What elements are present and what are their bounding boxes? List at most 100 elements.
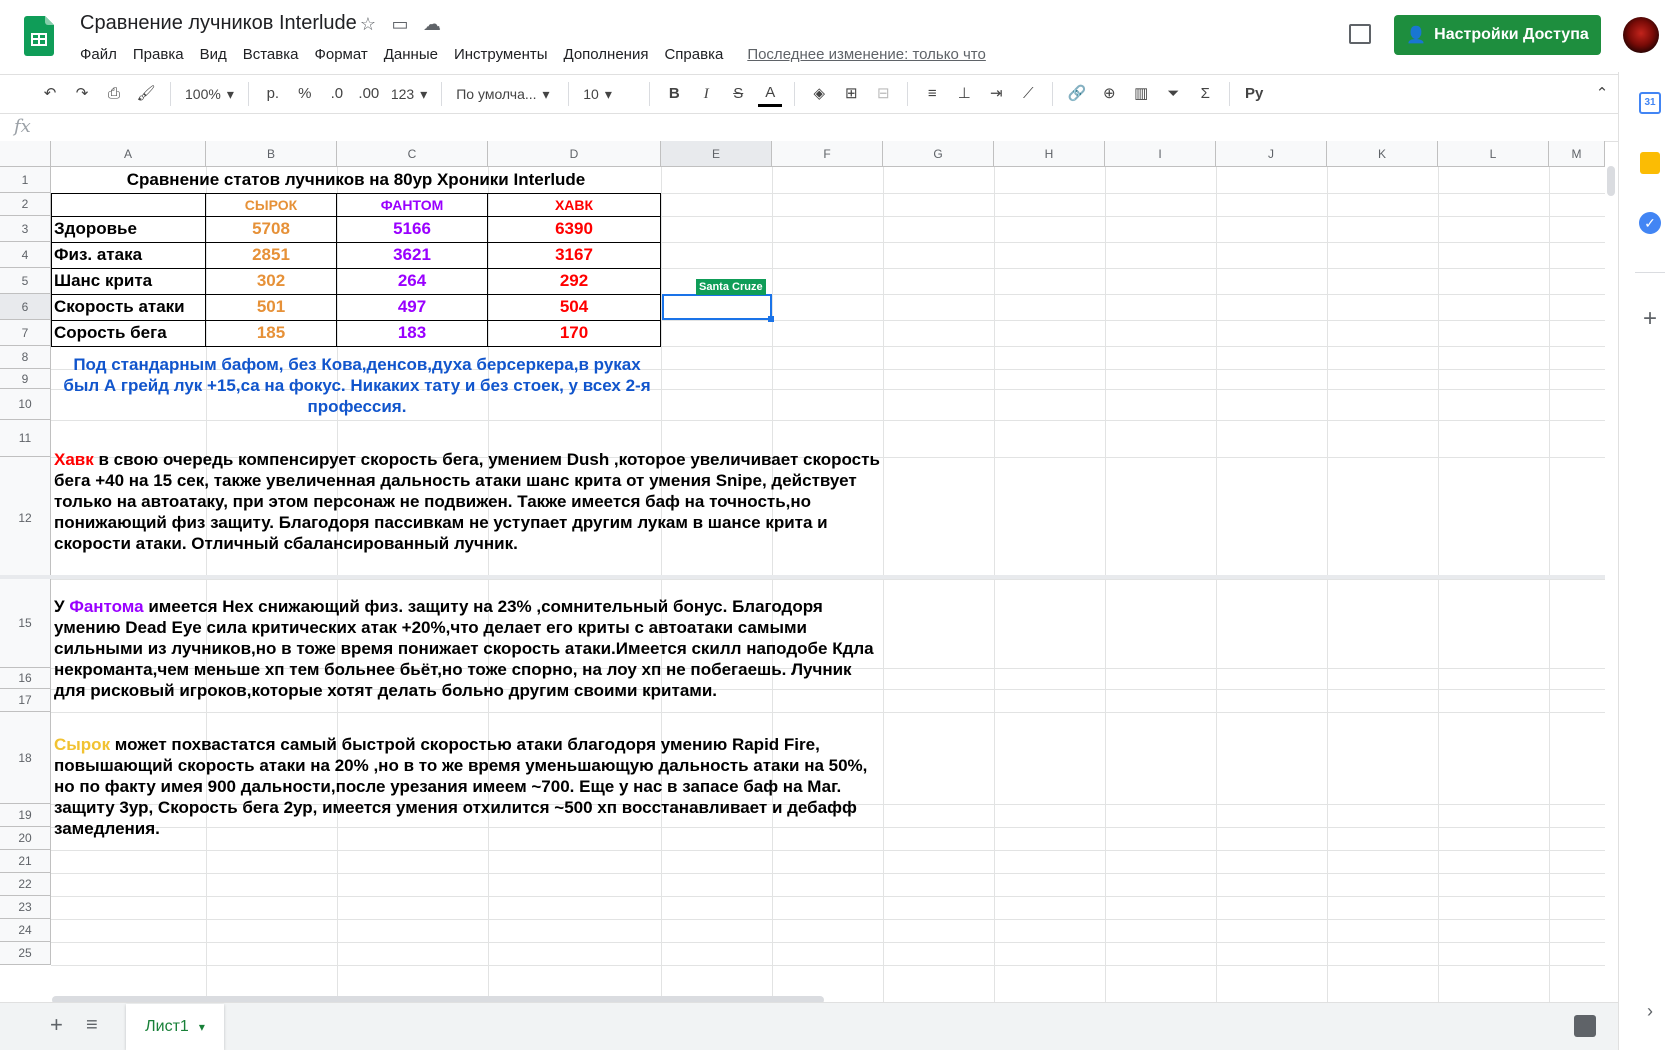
add-sheet-icon[interactable]: + <box>50 1013 63 1037</box>
column-header-c[interactable]: C <box>337 141 488 167</box>
currency-button[interactable]: р. <box>261 79 285 109</box>
functions-icon[interactable]: Σ <box>1193 79 1217 109</box>
undo-icon[interactable]: ↶ <box>38 79 62 109</box>
row-header-18[interactable]: 18 <box>0 712 51 804</box>
row-header-22[interactable]: 22 <box>0 873 51 896</box>
row-header-6[interactable]: 6 <box>0 294 51 320</box>
more-formats-select[interactable]: 123 ▾ <box>385 86 433 103</box>
header-syrok[interactable]: СЫРОК <box>206 193 336 216</box>
text-wrap-icon[interactable]: ⇥ <box>984 79 1008 109</box>
row-header-9[interactable]: 9 <box>0 369 51 389</box>
cell-phantom-atkspd[interactable]: 497 <box>337 294 487 320</box>
cell-phantom-runspd[interactable]: 183 <box>337 320 487 346</box>
cell-syrok-runspd[interactable]: 185 <box>206 320 336 346</box>
formula-bar[interactable] <box>0 114 1618 142</box>
spreadsheet-grid[interactable]: ABCDEFGHIJKLM 1 2 3 4 5 6 7 8 9 10 11 12 15 16 17 18 19 2… <box>0 141 1605 1002</box>
insert-chart-icon[interactable]: ▥ <box>1129 79 1153 109</box>
row-header-4[interactable]: 4 <box>0 242 51 268</box>
menu-insert[interactable]: Вставка <box>235 44 307 66</box>
avatar[interactable] <box>1623 17 1659 53</box>
horizontal-align-icon[interactable]: ≡ <box>920 79 944 109</box>
text-color-icon[interactable]: A <box>758 82 783 107</box>
paint-format-icon[interactable]: 🖌 <box>134 79 158 109</box>
row-header-7[interactable]: 7 <box>0 320 51 346</box>
menu-addons[interactable]: Дополнения <box>556 44 657 66</box>
cell-phantom-crit[interactable]: 264 <box>337 268 487 294</box>
increase-decimal-button[interactable]: .00 <box>357 79 381 109</box>
redo-icon[interactable]: ↷ <box>70 79 94 109</box>
row-header-25[interactable]: 25 <box>0 942 51 965</box>
row-header-5[interactable]: 5 <box>0 268 51 294</box>
percent-button[interactable]: % <box>293 79 317 109</box>
cell-hawk-hp[interactable]: 6390 <box>488 216 660 242</box>
cell-hawk-crit[interactable]: 292 <box>488 268 660 294</box>
column-header-b[interactable]: B <box>206 141 337 167</box>
insert-comment-icon[interactable]: ⊕ <box>1097 79 1121 109</box>
column-header-l[interactable]: L <box>1438 141 1549 167</box>
last-edit-link[interactable]: Последнее изменение: только что <box>747 44 986 66</box>
select-all-corner[interactable] <box>0 141 51 167</box>
cell-hawk-atkspd[interactable]: 504 <box>488 294 660 320</box>
font-size-select[interactable]: 10 ▾ <box>577 86 641 103</box>
table-note[interactable]: Под стандарным бафом, без Кова,денсов,ду… <box>58 354 656 417</box>
cell-syrok-atkspd[interactable]: 501 <box>206 294 336 320</box>
menu-view[interactable]: Вид <box>192 44 235 66</box>
table-title[interactable]: Сравнение статов лучников на 80ур Хроник… <box>52 167 660 193</box>
cell-hawk-patk[interactable]: 3167 <box>488 242 660 268</box>
column-header-j[interactable]: J <box>1216 141 1327 167</box>
add-addon-icon[interactable]: + <box>1639 307 1661 331</box>
font-select[interactable]: По умолча... ▾ <box>450 86 560 103</box>
input-tools-icon[interactable]: Pу <box>1242 79 1266 109</box>
menu-help[interactable]: Справка <box>656 44 731 66</box>
row-label-runspd[interactable]: Сорость бега <box>54 320 204 346</box>
menu-edit[interactable]: Правка <box>125 44 192 66</box>
header-phantom[interactable]: ФАНТОМ <box>337 193 487 216</box>
explore-icon[interactable] <box>1574 1015 1596 1037</box>
bold-icon[interactable]: B <box>662 79 686 109</box>
tasks-icon[interactable]: ✓ <box>1639 212 1661 234</box>
phantom-paragraph[interactable]: У Фантома имеется Hex снижающий физ. защ… <box>54 596 880 701</box>
share-button[interactable]: 👤 Настройки Доступа <box>1394 15 1601 55</box>
document-title[interactable]: Сравнение лучников Interlude <box>80 12 357 35</box>
print-icon[interactable]: ⎙ <box>102 79 126 109</box>
zoom-select[interactable]: 100% ▾ <box>179 86 240 103</box>
fill-handle[interactable] <box>768 316 774 322</box>
syrok-paragraph[interactable]: Сырок может похвастатся самый быстрой ск… <box>54 734 880 839</box>
column-header-i[interactable]: I <box>1105 141 1216 167</box>
column-header-d[interactable]: D <box>488 141 661 167</box>
link-icon[interactable]: 🔗 <box>1065 79 1089 109</box>
cloud-status-icon[interactable]: ☁ <box>422 14 442 34</box>
keep-icon[interactable] <box>1640 152 1660 174</box>
column-header-f[interactable]: F <box>772 141 883 167</box>
fill-color-icon[interactable]: ◈ <box>807 79 831 109</box>
column-header-m[interactable]: M <box>1549 141 1605 167</box>
sheets-logo-icon[interactable] <box>24 16 54 56</box>
star-icon[interactable]: ☆ <box>358 14 378 34</box>
sheet-tab[interactable]: Лист1 ▾ <box>126 1004 224 1050</box>
row-header-15[interactable]: 15 <box>0 579 51 668</box>
row-label-crit[interactable]: Шанс крита <box>54 268 204 294</box>
cell-phantom-hp[interactable]: 5166 <box>337 216 487 242</box>
italic-icon[interactable]: I <box>694 79 718 109</box>
row-header-3[interactable]: 3 <box>0 216 51 242</box>
row-header-2[interactable]: 2 <box>0 193 51 216</box>
cell-syrok-crit[interactable]: 302 <box>206 268 336 294</box>
cell-phantom-patk[interactable]: 3621 <box>337 242 487 268</box>
row-label-atkspd[interactable]: Скорость атаки <box>54 294 204 320</box>
move-folder-icon[interactable]: ▭ <box>390 14 410 34</box>
column-header-a[interactable]: A <box>51 141 206 167</box>
collapse-toolbar-icon[interactable]: ⌃ <box>1590 79 1614 109</box>
row-header-12[interactable]: 12 <box>0 457 51 579</box>
column-header-h[interactable]: H <box>994 141 1105 167</box>
cell-syrok-patk[interactable]: 2851 <box>206 242 336 268</box>
vertical-scrollbar[interactable] <box>1607 166 1615 196</box>
decrease-decimal-button[interactable]: .0 <box>325 79 349 109</box>
row-header-1[interactable]: 1 <box>0 167 51 193</box>
calendar-icon[interactable]: 31 <box>1639 92 1661 114</box>
row-header-16[interactable]: 16 <box>0 668 51 689</box>
all-sheets-icon[interactable]: ≡ <box>86 1013 98 1037</box>
hawk-paragraph[interactable]: Хавк в свою очередь компенсирует скорост… <box>54 449 880 554</box>
column-header-k[interactable]: K <box>1327 141 1438 167</box>
column-header-g[interactable]: G <box>883 141 994 167</box>
row-header-8[interactable]: 8 <box>0 346 51 369</box>
